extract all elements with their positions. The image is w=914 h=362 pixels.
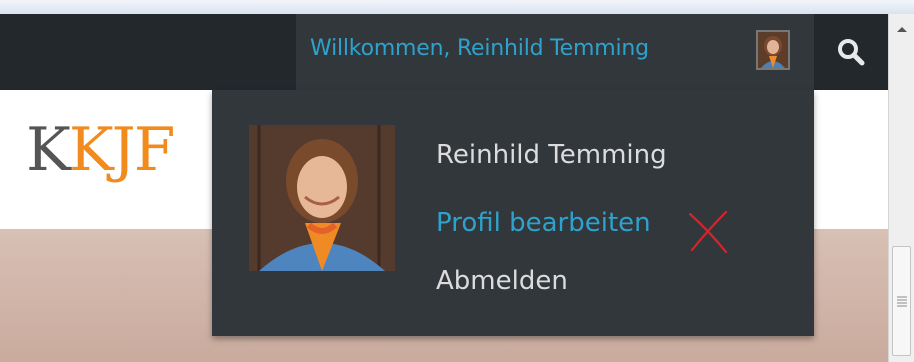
site-logo[interactable]: KKJF: [26, 120, 175, 180]
menu-user-name[interactable]: Reinhild Temming: [436, 140, 667, 170]
avatar-large[interactable]: [249, 125, 395, 271]
x-mark-icon: [688, 210, 728, 254]
my-account-menu-toggle[interactable]: Willkommen, Reinhild Temming: [296, 14, 814, 90]
chevron-up-icon: [896, 27, 907, 32]
vertical-scrollbar[interactable]: [888, 14, 914, 362]
scroll-up-button[interactable]: [889, 20, 914, 38]
scroll-thumb[interactable]: [892, 246, 911, 356]
logout-link[interactable]: Abmelden: [436, 266, 568, 296]
welcome-text[interactable]: Willkommen, Reinhild Temming: [310, 36, 649, 61]
search-button[interactable]: [814, 14, 888, 90]
edit-profile-link[interactable]: Profil bearbeiten: [436, 208, 651, 238]
grip-icon: [897, 296, 907, 307]
search-icon: [838, 39, 865, 66]
account-dropdown-menu: Reinhild Temming Profil bearbeiten Abmel…: [212, 90, 814, 336]
avatar-small[interactable]: [756, 30, 790, 70]
admin-bar: Willkommen, Reinhild Temming: [0, 14, 888, 90]
logo-letter-gray: K: [26, 115, 71, 185]
browser-top-border: [0, 0, 914, 14]
logo-letters-orange: KJF: [68, 115, 176, 185]
